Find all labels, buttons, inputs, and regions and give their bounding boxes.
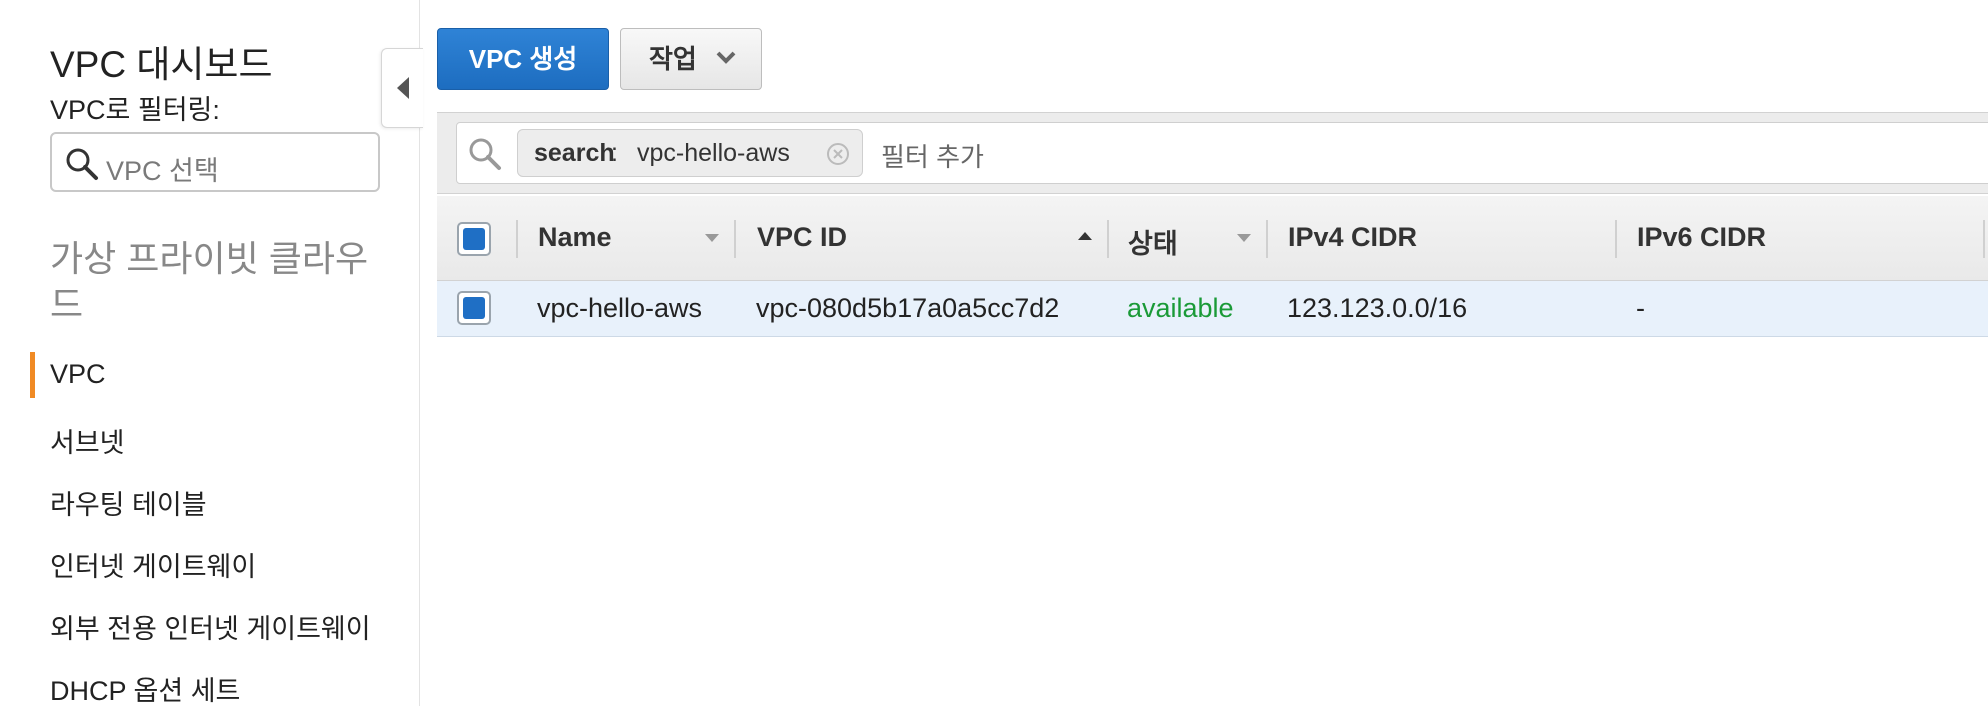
sidebar-collapse-button[interactable] — [381, 48, 423, 128]
cell-state: available — [1127, 293, 1234, 323]
active-indicator — [30, 352, 35, 398]
filter-input[interactable]: search : vpc-hello-aws 필터 추가 — [456, 122, 1988, 184]
cell-ipv6-cidr: - — [1636, 293, 1645, 323]
column-header-ipv4-cidr[interactable]: IPv4 CIDR — [1288, 222, 1417, 253]
column-header-ipv6-cidr[interactable]: IPv6 CIDR — [1637, 222, 1766, 253]
filter-token[interactable]: search : vpc-hello-aws — [517, 129, 863, 177]
search-icon — [469, 138, 501, 170]
column-header-name[interactable]: Name — [538, 222, 612, 253]
sidebar-item-dhcp-options[interactable]: DHCP 옵션 세트 — [50, 669, 240, 706]
checkbox-fill — [463, 297, 485, 319]
sidebar: VPC 대시보드 VPC로 필터링: VPC 선택 가상 프라이빗 클라우드 V… — [0, 0, 420, 706]
sort-arrow-icon[interactable] — [1237, 234, 1251, 242]
column-separator — [1983, 220, 1985, 258]
sidebar-title[interactable]: VPC 대시보드 — [50, 34, 273, 88]
cell-ipv4-cidr: 123.123.0.0/16 — [1287, 293, 1468, 323]
chevron-left-icon — [397, 77, 409, 99]
select-all-checkbox[interactable] — [457, 222, 491, 256]
column-separator — [516, 220, 518, 258]
vpc-select-placeholder: VPC 선택 — [106, 156, 219, 186]
filter-token-value: vpc-hello-aws — [637, 139, 790, 167]
actions-dropdown-button[interactable]: 작업 — [620, 28, 762, 90]
column-separator — [1266, 220, 1268, 258]
filter-token-key: search — [534, 139, 615, 167]
row-checkbox[interactable] — [457, 291, 491, 325]
cell-vpc-id: vpc-080d5b17a0a5cc7d2 — [756, 293, 1060, 323]
sidebar-item-vpc[interactable]: VPC — [50, 359, 106, 390]
vpc-filter-select[interactable]: VPC 선택 — [50, 132, 380, 192]
column-header-state[interactable]: 상태 — [1128, 222, 1178, 261]
search-icon — [66, 148, 98, 180]
vpc-filter-label: VPC로 필터링: — [50, 95, 220, 125]
sort-arrow-icon[interactable] — [705, 234, 719, 242]
section-title: 가상 프라이빗 클라우드 — [50, 238, 369, 325]
table-row[interactable]: vpc-hello-aws vpc-080d5b17a0a5cc7d2 avai… — [437, 281, 1988, 337]
remove-filter-icon[interactable] — [826, 142, 850, 166]
actions-label: 작업 — [649, 44, 697, 74]
sort-arrow-up-icon[interactable] — [1078, 232, 1092, 240]
sidebar-item-subnets[interactable]: 서브넷 — [50, 421, 125, 460]
column-header-vpc-id[interactable]: VPC ID — [757, 222, 847, 253]
cell-name: vpc-hello-aws — [537, 293, 703, 323]
create-vpc-button[interactable]: VPC 생성 — [437, 28, 609, 90]
sidebar-item-internet-gateways[interactable]: 인터넷 게이트웨이 — [50, 545, 256, 584]
chevron-down-icon — [716, 51, 736, 64]
sidebar-item-route-tables[interactable]: 라우팅 테이블 — [50, 483, 207, 522]
column-separator — [1615, 220, 1617, 258]
filter-token-separator: : — [604, 139, 625, 167]
checkbox-fill — [463, 228, 485, 250]
table-header: Name VPC ID 상태 IPv4 CIDR IPv6 CIDR — [437, 196, 1988, 281]
column-separator — [734, 220, 736, 258]
add-filter-placeholder[interactable]: 필터 추가 — [881, 137, 984, 174]
filter-bar: search : vpc-hello-aws 필터 추가 — [437, 112, 1988, 194]
column-separator — [1107, 220, 1109, 258]
sidebar-item-egress-only-gateways[interactable]: 외부 전용 인터넷 게이트웨이 — [50, 607, 371, 646]
